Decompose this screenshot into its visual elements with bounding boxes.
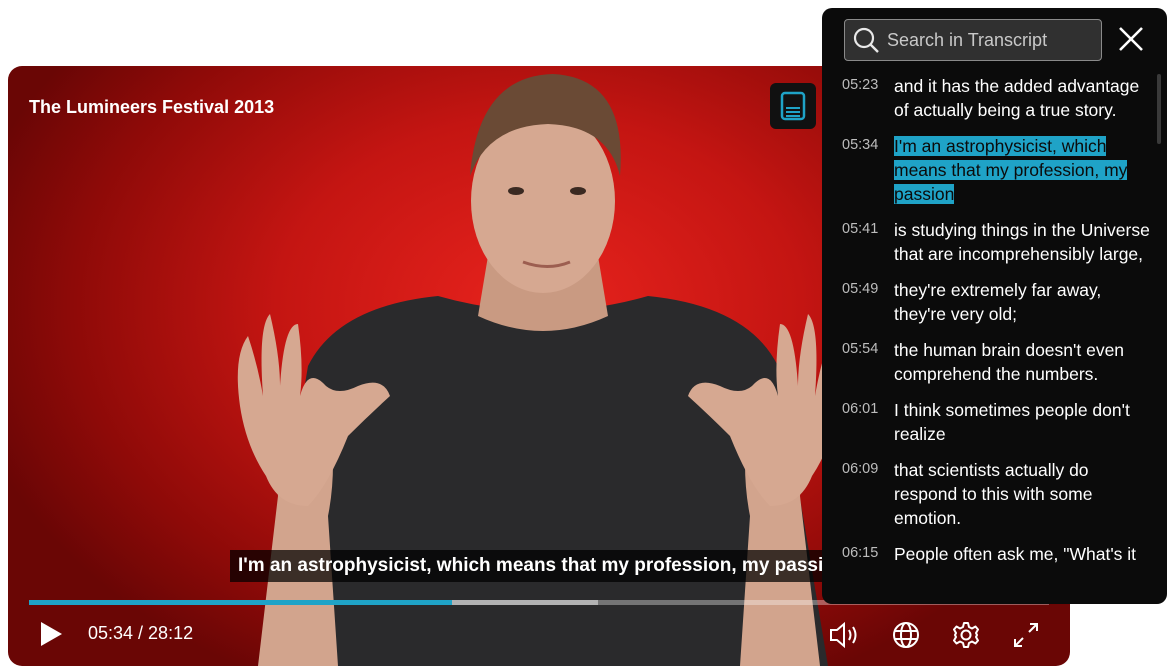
close-transcript-button[interactable]: [1114, 22, 1148, 56]
search-icon: [853, 27, 879, 53]
transcript-entry[interactable]: 05:49 they're extremely far away, they'r…: [842, 278, 1167, 326]
transcript-timestamp[interactable]: 06:09: [842, 458, 894, 530]
play-icon: [41, 622, 62, 646]
transcript-text: that scientists actually do respond to t…: [894, 460, 1093, 528]
transcript-entry[interactable]: 06:01 I think sometimes people don't rea…: [842, 398, 1167, 446]
transcript-entry[interactable]: 05:54 the human brain doesn't even compr…: [842, 338, 1167, 386]
transcript-search-input[interactable]: [887, 29, 1087, 51]
transcript-text: the human brain doesn't even comprehend …: [894, 340, 1125, 384]
transcript-timestamp[interactable]: 05:41: [842, 218, 894, 266]
language-button[interactable]: [888, 618, 924, 652]
subtitle-caption: I'm an astrophysicist, which means that …: [230, 550, 855, 582]
volume-icon: [830, 621, 857, 649]
control-bar: 05:34 / 28:12: [8, 614, 1070, 654]
transcript-text: is studying things in the Universe that …: [894, 220, 1150, 264]
highlighted-text: I'm an astrophysicist, which means that …: [894, 136, 1128, 204]
transcript-timestamp[interactable]: 05:54: [842, 338, 894, 386]
transcript-search-box[interactable]: [844, 19, 1102, 61]
transcript-timestamp[interactable]: 05:34: [842, 134, 894, 206]
transcript-entry[interactable]: 05:23 and it has the added advantage of …: [842, 74, 1167, 122]
transcript-text: and it has the added advantage of actual…: [894, 76, 1140, 120]
transcript-panel: 05:23 and it has the added advantage of …: [822, 8, 1167, 604]
video-title: The Lumineers Festival 2013: [29, 97, 275, 117]
transcript-toggle-button[interactable]: [770, 83, 816, 129]
transcript-text: I think sometimes people don't realize: [894, 400, 1130, 444]
transcript-entry[interactable]: 05:41 is studying things in the Universe…: [842, 218, 1167, 266]
transcript-timestamp[interactable]: 05:23: [842, 74, 894, 122]
transcript-timestamp[interactable]: 06:01: [842, 398, 894, 446]
fullscreen-button[interactable]: [1008, 618, 1044, 652]
transcript-timestamp[interactable]: 05:49: [842, 278, 894, 326]
transcript-scrollbar[interactable]: [1157, 74, 1161, 144]
transcript-text: they're extremely far away, they're very…: [894, 280, 1102, 324]
progress-played: [29, 600, 453, 605]
expand-icon: [1014, 623, 1038, 647]
close-icon: [1119, 27, 1143, 51]
transcript-list[interactable]: 05:23 and it has the added advantage of …: [822, 74, 1167, 586]
transcript-entry[interactable]: 06:09 that scientists actually do respon…: [842, 458, 1167, 530]
globe-icon: [893, 622, 919, 648]
volume-button[interactable]: [828, 618, 864, 652]
transcript-text: People often ask me, "What's it: [894, 544, 1137, 564]
transcript-entry[interactable]: 06:15 People often ask me, "What's it: [842, 542, 1167, 566]
transcript-entry-active[interactable]: 05:34 I'm an astrophysicist, which means…: [842, 134, 1167, 206]
transcript-icon: [780, 91, 806, 121]
transcript-timestamp[interactable]: 06:15: [842, 542, 894, 566]
transcript-text-highlighted: I'm an astrophysicist, which means that …: [894, 134, 1152, 206]
play-button[interactable]: [36, 618, 66, 650]
time-display: 05:34 / 28:12: [88, 623, 194, 643]
gear-icon: [953, 622, 979, 648]
settings-button[interactable]: [948, 618, 984, 652]
